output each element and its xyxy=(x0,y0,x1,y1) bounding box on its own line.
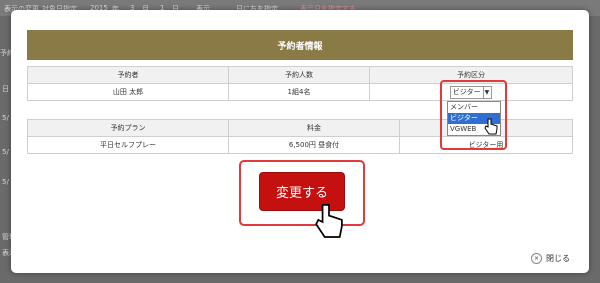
reservation-info-modal: 予約者情報 予約者 予約人数 予約区分 山田 太郎 1組4名 ビジター ▼ 予約プ… xyxy=(11,10,589,273)
bg-side-label: 5/ xyxy=(2,148,9,156)
bg-side-label: 5/ xyxy=(2,178,9,186)
party-size: 1組4名 xyxy=(228,83,370,101)
header-reserver: 予約者 xyxy=(27,66,229,84)
close-label[interactable]: 閉じる xyxy=(546,253,570,264)
select-highlight-frame xyxy=(440,80,507,150)
bg-side-label: 日 xyxy=(2,85,9,93)
plan-name: 平日セルフプレー xyxy=(27,136,229,154)
reserver-name: 山田 太郎 xyxy=(27,83,229,101)
modal-title: 予約者情報 xyxy=(27,30,573,60)
hand-pointer-icon xyxy=(484,118,498,135)
close-icon[interactable]: × xyxy=(531,253,542,264)
header-plan: 予約プラン xyxy=(27,119,229,137)
header-price: 料金 xyxy=(228,119,400,137)
header-party-size: 予約人数 xyxy=(228,66,370,84)
price: 6,500円 昼食付 xyxy=(228,136,400,154)
close-link[interactable]: × 閉じる xyxy=(531,253,570,264)
bg-side-label: 5/ xyxy=(2,114,9,122)
hand-pointer-icon xyxy=(315,204,343,238)
